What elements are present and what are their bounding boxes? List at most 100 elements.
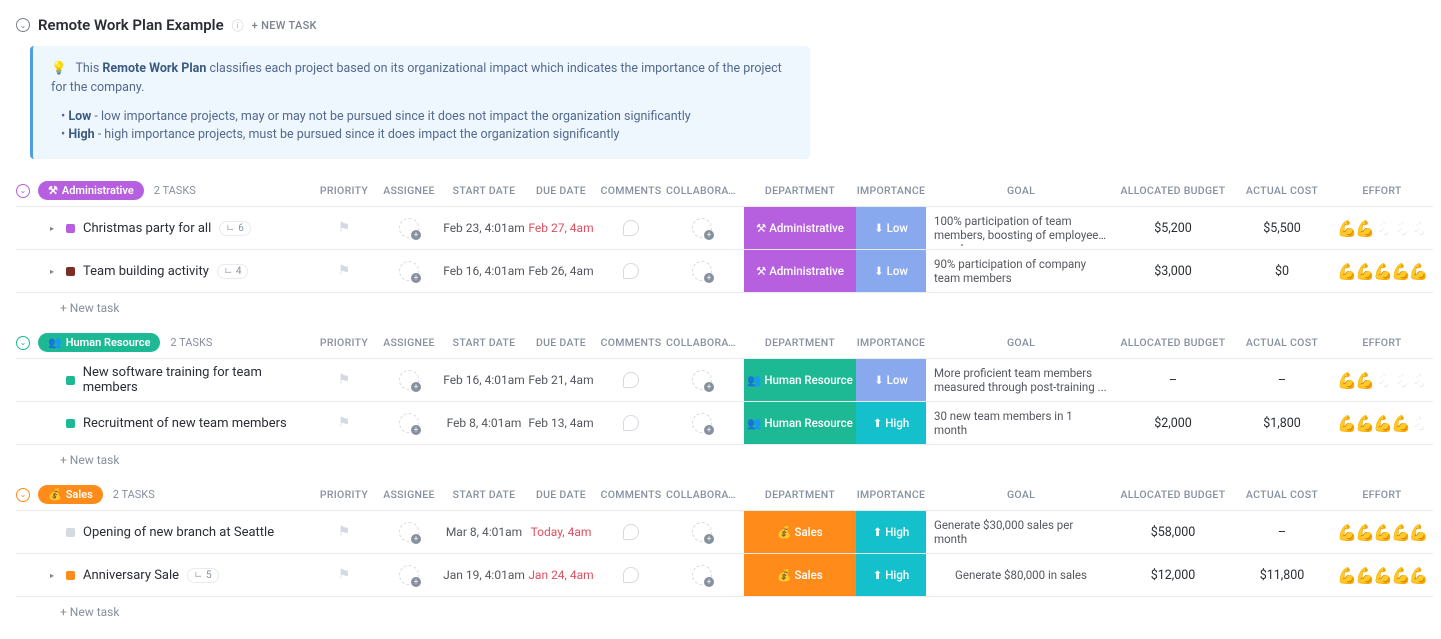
task-row[interactable]: ▸ Team building activity 4 ⚑ Feb 16, 4:0… <box>16 250 1433 293</box>
priority-flag-icon[interactable]: ⚑ <box>338 567 351 583</box>
group-badge[interactable]: ⚒Administrative <box>38 181 144 200</box>
task-row[interactable]: ▸ Christmas party for all 6 ⚑ Feb 23, 4:… <box>16 207 1433 250</box>
start-date[interactable]: Feb 16, 4:01am <box>443 264 525 278</box>
collaborator-placeholder[interactable] <box>692 370 712 390</box>
due-date[interactable]: Feb 27, 4am <box>528 221 593 235</box>
due-date[interactable]: Feb 26, 4am <box>528 264 593 278</box>
col-comments[interactable]: COMMENTS <box>596 336 666 349</box>
col-start[interactable]: START DATE <box>442 184 526 197</box>
effort-rating[interactable]: 💪💪💪💪💪 <box>1337 523 1427 542</box>
col-cost[interactable]: ACTUAL COST <box>1230 336 1334 349</box>
group-toggle-icon[interactable]: ⌄ <box>16 336 30 350</box>
start-date[interactable]: Mar 8, 4:01am <box>446 525 522 539</box>
collaborator-placeholder[interactable] <box>692 522 712 542</box>
collaborator-placeholder[interactable] <box>692 261 712 281</box>
col-start[interactable]: START DATE <box>442 336 526 349</box>
col-due[interactable]: DUE DATE <box>526 488 596 501</box>
col-due[interactable]: DUE DATE <box>526 184 596 197</box>
col-imp[interactable]: IMPORTANCE <box>856 336 926 349</box>
col-goal[interactable]: GOAL <box>926 184 1116 197</box>
collaborator-placeholder[interactable] <box>692 413 712 433</box>
collaborator-placeholder[interactable] <box>692 565 712 585</box>
task-title[interactable]: Anniversary Sale <box>83 568 179 583</box>
assignee-placeholder[interactable] <box>399 522 419 542</box>
budget-value[interactable]: – <box>1169 373 1177 388</box>
collapse-all-icon[interactable]: ⌄ <box>16 18 30 32</box>
expand-icon[interactable]: ▸ <box>50 267 58 276</box>
col-imp[interactable]: IMPORTANCE <box>856 488 926 501</box>
goal-text[interactable]: 30 new team members in 1 month <box>926 405 1116 442</box>
importance-chip[interactable]: ⬇ Low <box>856 359 926 401</box>
col-budget[interactable]: ALLOCATED BUDGET <box>1116 336 1230 349</box>
col-start[interactable]: START DATE <box>442 488 526 501</box>
goal-text[interactable]: 90% participation of company team member… <box>926 253 1116 290</box>
group-toggle-icon[interactable]: ⌄ <box>16 184 30 198</box>
col-comments[interactable]: COMMENTS <box>596 184 666 197</box>
status-square[interactable] <box>66 376 75 385</box>
comment-icon[interactable] <box>623 263 639 279</box>
department-chip[interactable]: ⚒ Administrative <box>744 207 856 249</box>
col-collab[interactable]: COLLABORAT... <box>666 184 744 197</box>
assignee-placeholder[interactable] <box>399 413 419 433</box>
task-title[interactable]: New software training for team members <box>83 365 312 395</box>
effort-rating[interactable]: 💪💪💪💪💪 <box>1337 566 1427 585</box>
start-date[interactable]: Jan 19, 4:01am <box>443 568 525 582</box>
due-date[interactable]: Today, 4am <box>531 525 592 539</box>
importance-chip[interactable]: ⬆ High <box>856 554 926 596</box>
new-task-button[interactable]: + New task <box>16 445 1433 475</box>
cost-value[interactable]: $11,800 <box>1260 568 1305 583</box>
effort-rating[interactable]: 💪💪💪💪💪 <box>1337 414 1427 433</box>
cost-value[interactable]: – <box>1278 525 1286 540</box>
task-row[interactable]: Recruitment of new team members ⚑ Feb 8,… <box>16 402 1433 445</box>
importance-chip[interactable]: ⬆ High <box>856 402 926 444</box>
department-chip[interactable]: 💰 Sales <box>744 511 856 553</box>
subtask-count-badge[interactable]: 4 <box>217 264 249 279</box>
budget-value[interactable]: $12,000 <box>1151 568 1196 583</box>
cost-value[interactable]: $5,500 <box>1263 221 1301 236</box>
new-task-button[interactable]: + New task <box>16 597 1433 627</box>
priority-flag-icon[interactable]: ⚑ <box>338 524 351 540</box>
col-collab[interactable]: COLLABORAT... <box>666 336 744 349</box>
group-badge[interactable]: 💰Sales <box>38 485 103 504</box>
col-budget[interactable]: ALLOCATED BUDGET <box>1116 184 1230 197</box>
comment-icon[interactable] <box>623 524 639 540</box>
new-task-top-button[interactable]: + NEW TASK <box>252 19 317 32</box>
col-dept[interactable]: DEPARTMENT <box>744 184 856 197</box>
status-square[interactable] <box>66 528 75 537</box>
start-date[interactable]: Feb 8, 4:01am <box>447 416 522 430</box>
budget-value[interactable]: $3,000 <box>1154 264 1192 279</box>
task-row[interactable]: New software training for team members ⚑… <box>16 359 1433 402</box>
priority-flag-icon[interactable]: ⚑ <box>338 415 351 431</box>
department-chip[interactable]: ⚒ Administrative <box>744 250 856 292</box>
priority-flag-icon[interactable]: ⚑ <box>338 220 351 236</box>
task-title[interactable]: Team building activity <box>83 264 209 279</box>
col-assignee[interactable]: ASSIGNEE <box>376 184 442 197</box>
status-square[interactable] <box>66 571 75 580</box>
col-assignee[interactable]: ASSIGNEE <box>376 336 442 349</box>
assignee-placeholder[interactable] <box>399 218 419 238</box>
col-budget[interactable]: ALLOCATED BUDGET <box>1116 488 1230 501</box>
task-title[interactable]: Recruitment of new team members <box>83 416 287 431</box>
status-square[interactable] <box>66 419 75 428</box>
importance-chip[interactable]: ⬆ High <box>856 511 926 553</box>
department-chip[interactable]: 👥 Human Resource <box>744 402 856 444</box>
subtask-count-badge[interactable]: 6 <box>219 221 251 236</box>
group-toggle-icon[interactable]: ⌄ <box>16 488 30 502</box>
col-effort[interactable]: EFFORT <box>1334 184 1430 197</box>
comment-icon[interactable] <box>623 415 639 431</box>
priority-flag-icon[interactable]: ⚑ <box>338 372 351 388</box>
col-dept[interactable]: DEPARTMENT <box>744 336 856 349</box>
department-chip[interactable]: 💰 Sales <box>744 554 856 596</box>
task-row[interactable]: ▸ Anniversary Sale 5 ⚑ Jan 19, 4:01am Ja… <box>16 554 1433 597</box>
goal-text[interactable]: Generate $80,000 in sales <box>947 564 1095 586</box>
budget-value[interactable]: $58,000 <box>1151 525 1196 540</box>
budget-value[interactable]: $5,200 <box>1154 221 1192 236</box>
effort-rating[interactable]: 💪💪💪💪💪 <box>1337 262 1427 281</box>
col-effort[interactable]: EFFORT <box>1334 336 1430 349</box>
status-square[interactable] <box>66 267 75 276</box>
assignee-placeholder[interactable] <box>399 370 419 390</box>
task-title[interactable]: Opening of new branch at Seattle <box>83 525 274 540</box>
col-imp[interactable]: IMPORTANCE <box>856 184 926 197</box>
budget-value[interactable]: $2,000 <box>1154 416 1192 431</box>
importance-chip[interactable]: ⬇ Low <box>856 207 926 249</box>
